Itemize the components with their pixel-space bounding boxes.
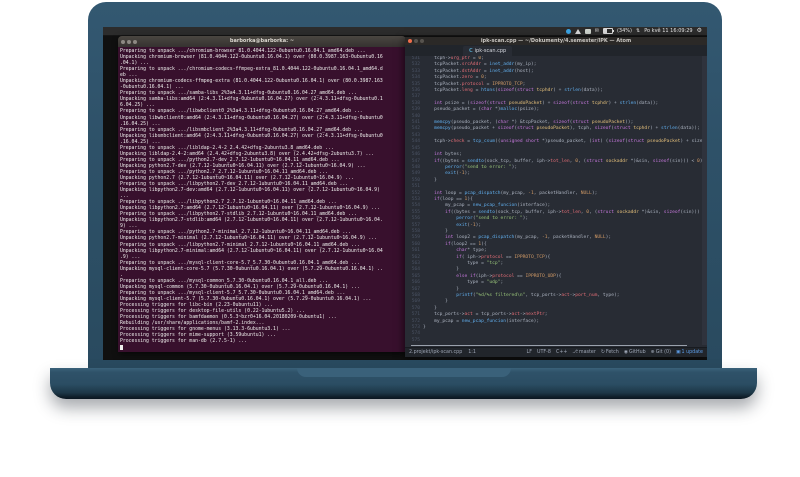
status-item-git-0-[interactable]: ⊕ Git (0) xyxy=(651,350,671,355)
code-line: memcpy(pseudo_packet + sizeof(struct pse… xyxy=(434,126,700,132)
terminal-line: Preparing to unpack .../libsmbclient_2%3… xyxy=(120,127,363,133)
atom-titlebar[interactable]: ipk-scan.cpp — ~/Dokumenty/4.semester/IP… xyxy=(405,37,707,45)
status-file-path[interactable]: 2.projekt/ipk-scan.cpp xyxy=(409,350,462,355)
status-item-icon: ⊕ xyxy=(650,350,655,355)
status-item-1-update[interactable]: ▣ 1 update xyxy=(676,350,703,355)
status-item-c-[interactable]: C++ xyxy=(556,350,567,355)
wifi-icon[interactable] xyxy=(574,28,581,34)
tab-label: ipk-scan.cpp xyxy=(474,48,507,54)
battery-percent: (34%) xyxy=(616,27,632,34)
mail-icon[interactable]: ✉ xyxy=(595,28,599,34)
status-item-github[interactable]: ◉ GitHub xyxy=(624,350,646,355)
status-item-label: master xyxy=(578,350,596,355)
status-item-label: C++ xyxy=(555,350,568,355)
status-item-label: UTF-8 xyxy=(536,350,551,355)
atom-title: ipk-scan.cpp — ~/Dokumenty/4.semester/IP… xyxy=(480,38,632,44)
laptop-base xyxy=(50,368,757,399)
terminal-line: Unpacking libpython2.7-dev:amd64 (2.7.12… xyxy=(120,188,380,194)
status-item-icon: ↻ xyxy=(600,350,605,355)
battery-icon[interactable] xyxy=(602,28,614,34)
terminal-prompt-line xyxy=(120,345,404,352)
terminal-line: Preparing to unpack .../chromium-codecs-… xyxy=(120,67,383,73)
terminal-line: Unpacking libpython2.7-stdlib:amd64 (2.7… xyxy=(120,218,383,224)
code-editor[interactable]: 531 532 533 534 535 536 537 538 539 540 541 542 543 5… xyxy=(405,56,707,345)
cpp-file-icon: C xyxy=(469,48,473,54)
clock[interactable]: Po kvě 11 16:09:29 xyxy=(644,27,692,36)
terminal-line: Unpacking libwbclient0:amd64 (2:4.3.11+d… xyxy=(120,115,383,121)
terminal-line: Unpacking chromium-browser (81.0.4044.12… xyxy=(120,55,383,61)
status-cursor-position[interactable]: 1:1 xyxy=(468,350,476,355)
status-item-label: Git (0) xyxy=(655,350,671,355)
terminal-title: barborka@barborka: ~ xyxy=(229,38,295,44)
tab-ipk-scan-cpp[interactable]: C ipk-scan.cpp xyxy=(463,46,513,56)
gear-icon[interactable]: ⚙ xyxy=(697,28,702,34)
terminal-line: Unpacking mysql-client-core-5.7 (5.7.30-… xyxy=(120,266,383,272)
desktop-top-panel: ✉ (34%) ⇅ Po kvě 11 16:09:29 ⚙ xyxy=(103,27,707,36)
status-item-fetch[interactable]: ↻ Fetch xyxy=(601,350,619,355)
laptop-screen: ✉ (34%) ⇅ Po kvě 11 16:09:29 ⚙ barborka@… xyxy=(103,27,707,360)
status-item-label: GitHub xyxy=(629,350,646,355)
atom-tabbar: C ipk-scan.cpp xyxy=(405,45,707,56)
line-number: 575 xyxy=(411,337,420,343)
status-item-icon: ⎇ xyxy=(572,350,578,355)
terminal-line: Unpacking python2.7-minimal (2.7.12-1ubu… xyxy=(120,236,378,242)
session-arrows-icon[interactable]: ⇅ xyxy=(636,28,640,34)
terminal-line: Unpacking libldap-2.4-2:amd64 (2.4.42+df… xyxy=(120,151,375,157)
bluetooth-icon[interactable] xyxy=(565,28,571,34)
status-item-lf[interactable]: LF xyxy=(527,350,532,355)
status-item-icon: ◉ xyxy=(623,350,629,355)
status-item-icon: ▣ xyxy=(675,350,681,355)
horizontal-scrollbar-track xyxy=(405,345,707,347)
status-item-label: 1 update xyxy=(681,350,703,355)
code-line: tcph->check = tcp_csum((unsigned short *… xyxy=(423,139,706,145)
atom-window: ipk-scan.cpp — ~/Dokumenty/4.semester/IP… xyxy=(405,37,707,357)
line-number-gutter: 531 532 533 534 535 536 537 538 539 540 541 542 543 5… xyxy=(405,56,423,345)
atom-statusbar: 2.projekt/ipk-scan.cpp 1:1 LF UTF-8 C++ ⎇ ma… xyxy=(405,347,707,357)
status-item-master[interactable]: ⎇ master xyxy=(572,350,595,355)
horizontal-scrollbar[interactable] xyxy=(411,345,687,346)
terminal-titlebar[interactable]: barborka@barborka: ~ xyxy=(118,36,406,47)
laptop-lid-notch xyxy=(297,368,511,377)
keyboard-indicator-icon[interactable] xyxy=(584,28,591,34)
status-item-label: LF xyxy=(526,350,532,355)
terminal-output[interactable]: Preparing to unpack .../chromium-browser… xyxy=(118,47,406,352)
terminal-cursor xyxy=(120,345,123,351)
vertical-scrollbar[interactable] xyxy=(702,56,707,345)
terminal-line: Preparing to unpack .../libwbclient0_2%3… xyxy=(120,109,363,115)
terminal-window: barborka@barborka: ~ Preparing to unpack… xyxy=(118,36,406,352)
status-item-label: Fetch xyxy=(605,350,619,355)
code-area[interactable]: tcph->urg_ptr = 0; tcpPacket.srcAddr = i… xyxy=(423,56,707,345)
terminal-line: Unpacking libpython2.7-minimal:amd64 (2.… xyxy=(120,248,383,254)
terminal-line: Unpacking samba-libs:amd64 (2:4.3.11+dfs… xyxy=(120,97,383,103)
terminal-line: Unpacking libsmbclient:amd64 (2:4.3.11+d… xyxy=(120,133,383,139)
status-item-utf-8[interactable]: UTF-8 xyxy=(537,350,551,355)
